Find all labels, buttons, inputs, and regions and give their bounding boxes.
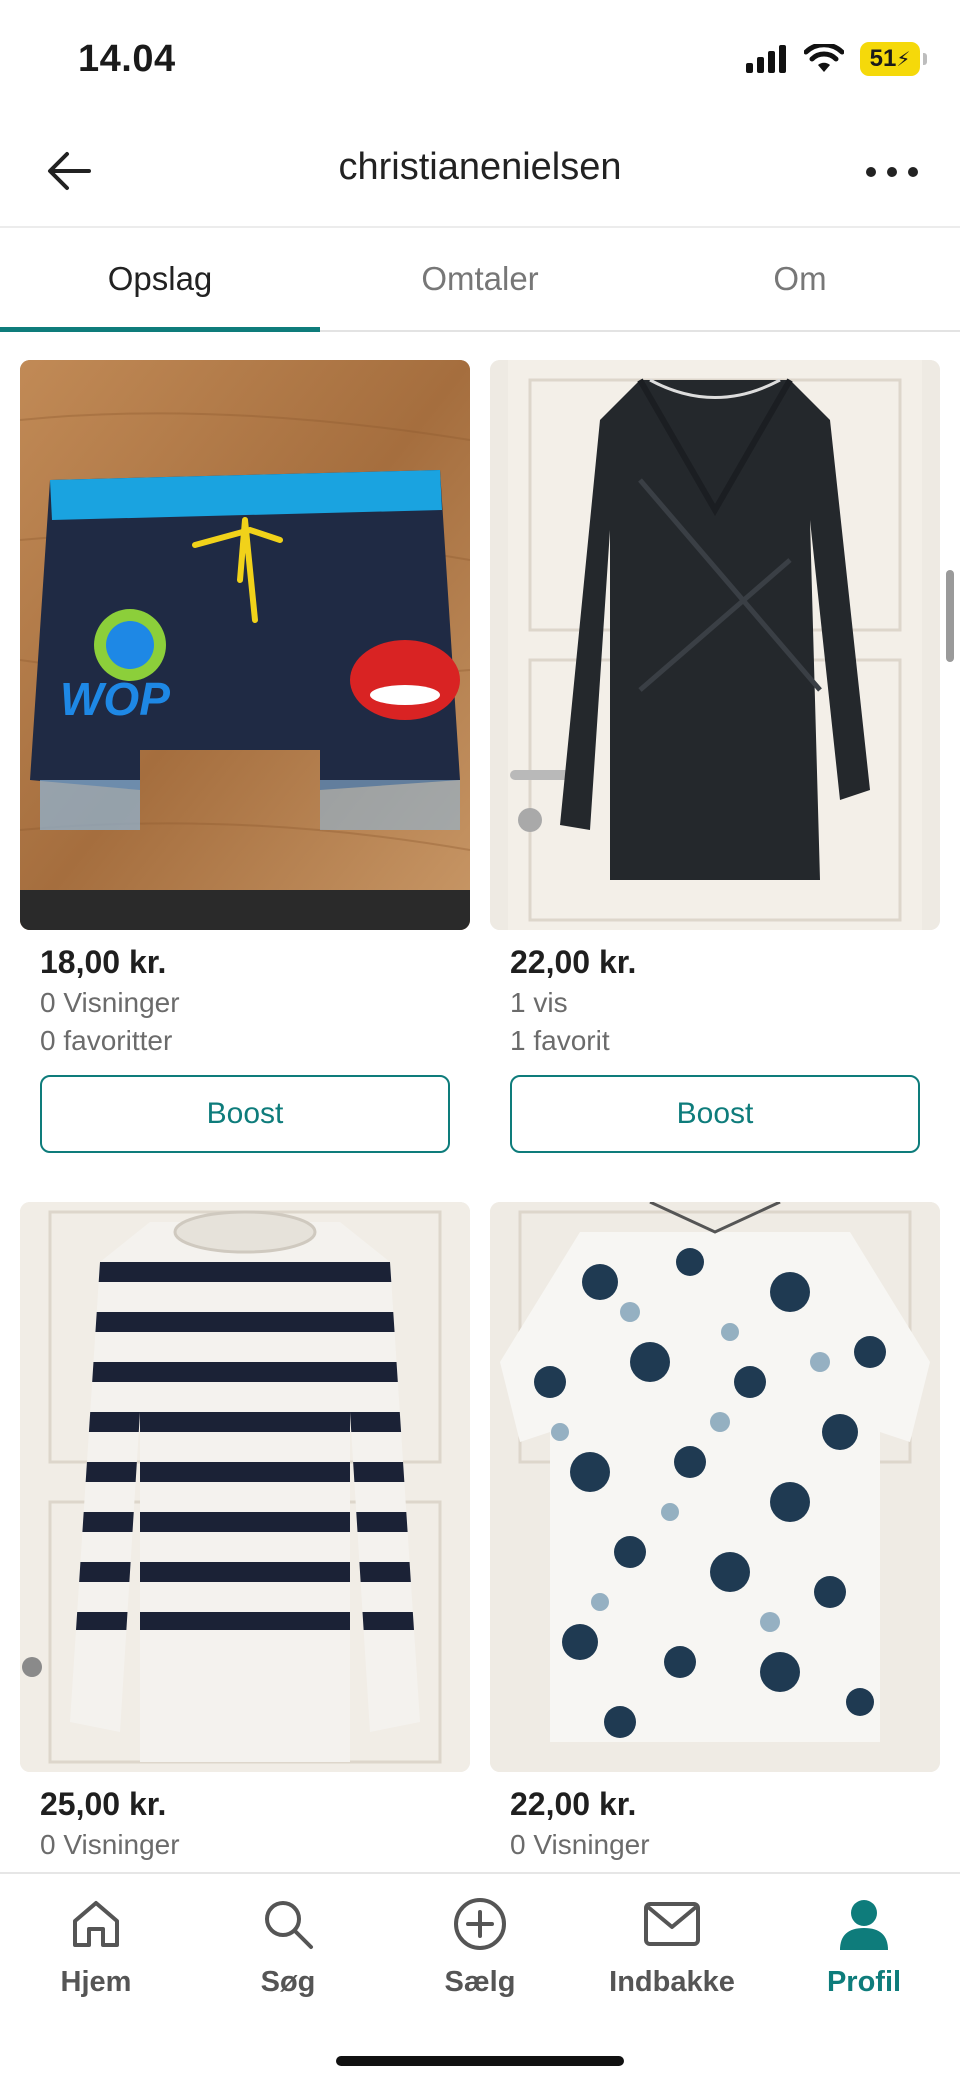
- listing-image-striped-sweater[interactable]: [20, 1202, 470, 1772]
- home-indicator[interactable]: [336, 2056, 624, 2066]
- tab-label: Opslag: [107, 260, 213, 297]
- listing-views: 0 Visninger: [40, 1829, 180, 1860]
- status-time: 14.04: [78, 38, 176, 80]
- listing-image-black-wrap-dress[interactable]: [490, 360, 940, 930]
- tab-om[interactable]: Om: [640, 228, 960, 330]
- more-dots-icon: [866, 167, 918, 177]
- boost-button[interactable]: Boost: [510, 1075, 920, 1153]
- battery-level: 51: [869, 45, 897, 72]
- tab-label: Omtaler: [421, 260, 539, 297]
- battery-icon: 51 ⚡: [860, 42, 927, 76]
- listing-favorites: 0 favoritter: [40, 1025, 173, 1056]
- cellular-signal-icon: [746, 45, 786, 73]
- tab-omtaler[interactable]: Omtaler: [320, 228, 640, 330]
- nav-item-profil[interactable]: Profil: [768, 1874, 960, 2078]
- listing-price: 22,00 kr.: [510, 1786, 637, 1822]
- listing-card[interactable]: 22,00 kr. 1 vis 1 favorit Boost: [490, 360, 940, 1153]
- wifi-icon: [804, 44, 844, 72]
- bottom-navigation: Hjem Søg Sælg Indbakke Profil: [0, 1872, 960, 2078]
- nav-item-hjem[interactable]: Hjem: [0, 1874, 192, 2078]
- more-options-button[interactable]: [860, 144, 924, 200]
- listing-card[interactable]: 22,00 kr. 0 Visninger: [490, 1202, 940, 1861]
- profile-tabs: Opslag Omtaler Om: [0, 226, 960, 332]
- listing-views: 0 Visninger: [510, 1829, 650, 1860]
- black-dress-photo: [490, 360, 940, 930]
- nav-label: Profil: [826, 1966, 902, 1998]
- page-title: christianenielsen: [338, 146, 622, 188]
- svg-text:WOP: WOP: [60, 673, 170, 725]
- status-bar: 14.04 51 ⚡: [0, 0, 960, 120]
- swim-shorts-photo: WOP: [20, 360, 470, 930]
- profile-icon: [834, 1894, 894, 1954]
- boost-button[interactable]: Boost: [40, 1075, 450, 1153]
- listing-price: 25,00 kr.: [40, 1786, 167, 1822]
- nav-item-indbakke[interactable]: Indbakke: [576, 1874, 768, 2078]
- listing-image-floral-top[interactable]: [490, 1202, 940, 1772]
- plus-circle-icon: [450, 1894, 510, 1954]
- listing-image-swim-shorts[interactable]: WOP: [20, 360, 470, 930]
- mail-icon: [642, 1894, 702, 1954]
- search-icon: [258, 1894, 318, 1954]
- listing-favorites: 1 favorit: [510, 1025, 610, 1056]
- nav-label: Sælg: [444, 1966, 516, 1998]
- listing-card[interactable]: WOP 18,00 kr. 0 Visninger 0 favoritter B…: [20, 360, 470, 1153]
- listing-card[interactable]: 25,00 kr. 0 Visninger: [20, 1202, 470, 1861]
- tab-opslag[interactable]: Opslag: [0, 228, 320, 332]
- profile-header: christianenielsen: [0, 120, 960, 224]
- tab-label: Om: [773, 260, 827, 297]
- home-icon: [66, 1894, 126, 1954]
- status-icons: 51 ⚡: [746, 42, 927, 76]
- nav-label: Hjem: [60, 1966, 132, 1998]
- listing-views: 0 Visninger: [40, 987, 180, 1018]
- scroll-indicator[interactable]: [946, 570, 954, 662]
- floral-top-photo: [490, 1202, 940, 1772]
- striped-sweater-photo: [20, 1202, 470, 1772]
- listing-views: 1 vis: [510, 987, 568, 1018]
- listing-price: 22,00 kr.: [510, 944, 637, 980]
- nav-label: Søg: [260, 1966, 316, 1998]
- nav-label: Indbakke: [609, 1966, 735, 1998]
- nav-item-soeg[interactable]: Søg: [192, 1874, 384, 2078]
- nav-item-saelg[interactable]: Sælg: [384, 1874, 576, 2078]
- listing-price: 18,00 kr.: [40, 944, 167, 980]
